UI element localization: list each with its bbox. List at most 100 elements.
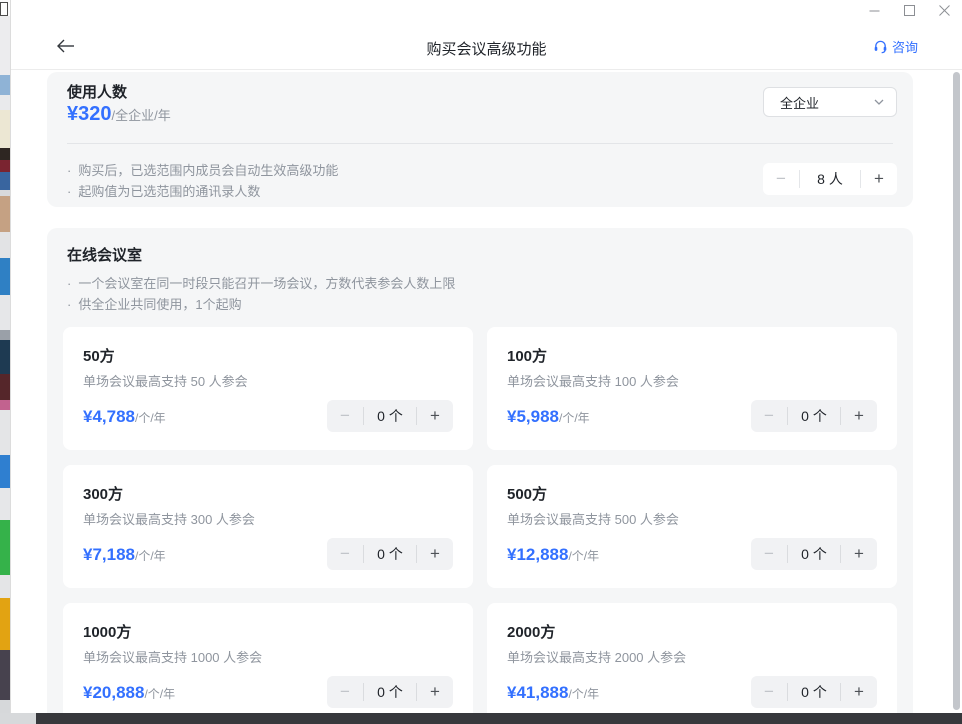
stepper-value[interactable]: 8 人 (799, 170, 861, 188)
rooms-note-text: 一个会议室在同一时段只能召开一场会议，方数代表参会人数上限 (78, 273, 455, 294)
room-cards-grid: 50方 单场会议最高支持 50 人参会 ¥4,788 /个/年 − 0 个 + … (63, 327, 897, 724)
bullet-dot: · (67, 181, 71, 202)
room-price-suffix: /个/年 (568, 685, 599, 702)
stepper-value[interactable]: 0 个 (787, 407, 841, 425)
purchase-dialog: 购买会议高级功能 咨询 使用人数 ¥320 /全企业/年 全企业 ·购买后，已选… (10, 0, 962, 724)
chevron-down-icon (874, 99, 884, 105)
background-window-sliver (0, 0, 10, 724)
taskbar-left-segment (0, 713, 36, 724)
minus-button[interactable]: − (751, 539, 787, 569)
usage-price-amount: ¥320 (67, 103, 112, 126)
usage-divider (67, 143, 893, 144)
rooms-note: · 供全企业共同使用，1个起购 (67, 294, 455, 315)
room-card-price: ¥20,888 /个/年 (83, 683, 175, 703)
room-card-desc: 单场会议最高支持 50 人参会 (83, 371, 248, 390)
room-stepper: − 0 个 + (327, 538, 453, 570)
room-card-300: 300方 单场会议最高支持 300 人参会 ¥7,188 /个/年 − 0 个 … (63, 465, 473, 588)
room-card-name: 100方 (507, 345, 547, 366)
page-title: 购买会议高级功能 (11, 38, 962, 59)
room-price-amount: ¥20,888 (83, 683, 144, 703)
room-stepper: − 0 个 + (327, 400, 453, 432)
consult-link[interactable]: 咨询 (873, 37, 918, 56)
room-price-suffix: /个/年 (144, 685, 175, 702)
room-card-name: 50方 (83, 345, 115, 366)
consult-label: 咨询 (892, 37, 918, 56)
plus-button[interactable]: + (861, 164, 897, 194)
room-card-price: ¥5,988 /个/年 (507, 407, 590, 427)
room-card-price: ¥4,788 /个/年 (83, 407, 166, 427)
room-card-price: ¥41,888 /个/年 (507, 683, 599, 703)
usage-section-title: 使用人数 (67, 81, 127, 102)
rooms-note-text: 供全企业共同使用，1个起购 (78, 294, 241, 315)
background-window-edge (0, 2, 8, 16)
background-taskbar-sliver (0, 713, 962, 724)
dialog-header: 购买会议高级功能 咨询 (11, 0, 962, 70)
minus-button[interactable]: − (327, 539, 363, 569)
stepper-value[interactable]: 0 个 (363, 545, 417, 563)
minimize-button[interactable] (863, 1, 886, 19)
room-card-name: 500方 (507, 483, 547, 504)
room-card-price: ¥7,188 /个/年 (83, 545, 166, 565)
plus-button[interactable]: + (841, 401, 877, 431)
room-price-suffix: /个/年 (559, 409, 590, 426)
minus-button[interactable]: − (327, 401, 363, 431)
room-stepper: − 0 个 + (751, 400, 877, 432)
usage-note-text: 起购值为已选范围的通讯录人数 (78, 181, 260, 202)
bullet-dot: · (67, 273, 71, 294)
room-price-amount: ¥12,888 (507, 545, 568, 565)
room-card-price: ¥12,888 /个/年 (507, 545, 599, 565)
rooms-section: 在线会议室 · 一个会议室在同一时段只能召开一场会议，方数代表参会人数上限 · 供全… (47, 228, 913, 724)
room-stepper: − 0 个 + (751, 538, 877, 570)
room-card-50: 50方 单场会议最高支持 50 人参会 ¥4,788 /个/年 − 0 个 + (63, 327, 473, 450)
minus-button[interactable]: − (327, 677, 363, 707)
room-card-desc: 单场会议最高支持 300 人参会 (83, 509, 255, 528)
scope-select-value: 全企业 (780, 93, 819, 112)
usage-note: · 起购值为已选范围的通讯录人数 (67, 181, 338, 202)
maximize-icon (904, 5, 915, 16)
room-card-500: 500方 单场会议最高支持 500 人参会 ¥12,888 /个/年 − 0 个… (487, 465, 897, 588)
usage-price-suffix: /全企业/年 (112, 105, 171, 124)
usage-section: 使用人数 ¥320 /全企业/年 全企业 ·购买后，已选范围内成员会自动生效高级… (47, 72, 913, 207)
minimize-icon (869, 5, 880, 16)
close-icon (939, 5, 950, 16)
plus-button[interactable]: + (417, 401, 453, 431)
stepper-value[interactable]: 0 个 (363, 407, 417, 425)
usage-note: ·购买后，已选范围内成员会自动生效高级功能 (67, 160, 338, 181)
room-card-name: 300方 (83, 483, 123, 504)
rooms-note: · 一个会议室在同一时段只能召开一场会议，方数代表参会人数上限 (67, 273, 455, 294)
minus-button[interactable]: − (763, 164, 799, 194)
room-price-suffix: /个/年 (135, 547, 166, 564)
stepper-value[interactable]: 0 个 (363, 683, 417, 701)
minus-button[interactable]: − (751, 401, 787, 431)
room-stepper: − 0 个 + (327, 676, 453, 708)
room-card-1000: 1000方 单场会议最高支持 1000 人参会 ¥20,888 /个/年 − 0… (63, 603, 473, 724)
room-price-amount: ¥4,788 (83, 407, 135, 427)
plus-button[interactable]: + (417, 677, 453, 707)
stepper-value[interactable]: 0 个 (787, 545, 841, 563)
plus-button[interactable]: + (417, 539, 453, 569)
room-card-100: 100方 单场会议最高支持 100 人参会 ¥5,988 /个/年 − 0 个 … (487, 327, 897, 450)
room-price-suffix: /个/年 (135, 409, 166, 426)
room-price-amount: ¥41,888 (507, 683, 568, 703)
rooms-notes: · 一个会议室在同一时段只能召开一场会议，方数代表参会人数上限 · 供全企业共同使用… (67, 273, 455, 315)
bullet-dot: · (67, 294, 71, 315)
bullet-dot: · (67, 160, 71, 181)
room-card-name: 2000方 (507, 621, 555, 642)
usage-stepper: − 8 人 + (763, 163, 897, 195)
usage-notes: ·购买后，已选范围内成员会自动生效高级功能 · 起购值为已选范围的通讯录人数 (67, 160, 338, 202)
scrollbar-thumb[interactable] (953, 72, 960, 710)
close-button[interactable] (933, 1, 956, 19)
rooms-section-title: 在线会议室 (67, 244, 142, 265)
plus-button[interactable]: + (841, 539, 877, 569)
stepper-value[interactable]: 0 个 (787, 683, 841, 701)
headset-icon (873, 39, 888, 54)
taskbar-dark-segment (36, 713, 962, 724)
room-card-desc: 单场会议最高支持 100 人参会 (507, 371, 679, 390)
maximize-button[interactable] (898, 1, 921, 19)
window-controls (863, 1, 956, 19)
scope-select[interactable]: 全企业 (763, 87, 897, 117)
plus-button[interactable]: + (841, 677, 877, 707)
room-price-amount: ¥7,188 (83, 545, 135, 565)
room-card-desc: 单场会议最高支持 500 人参会 (507, 509, 679, 528)
minus-button[interactable]: − (751, 677, 787, 707)
